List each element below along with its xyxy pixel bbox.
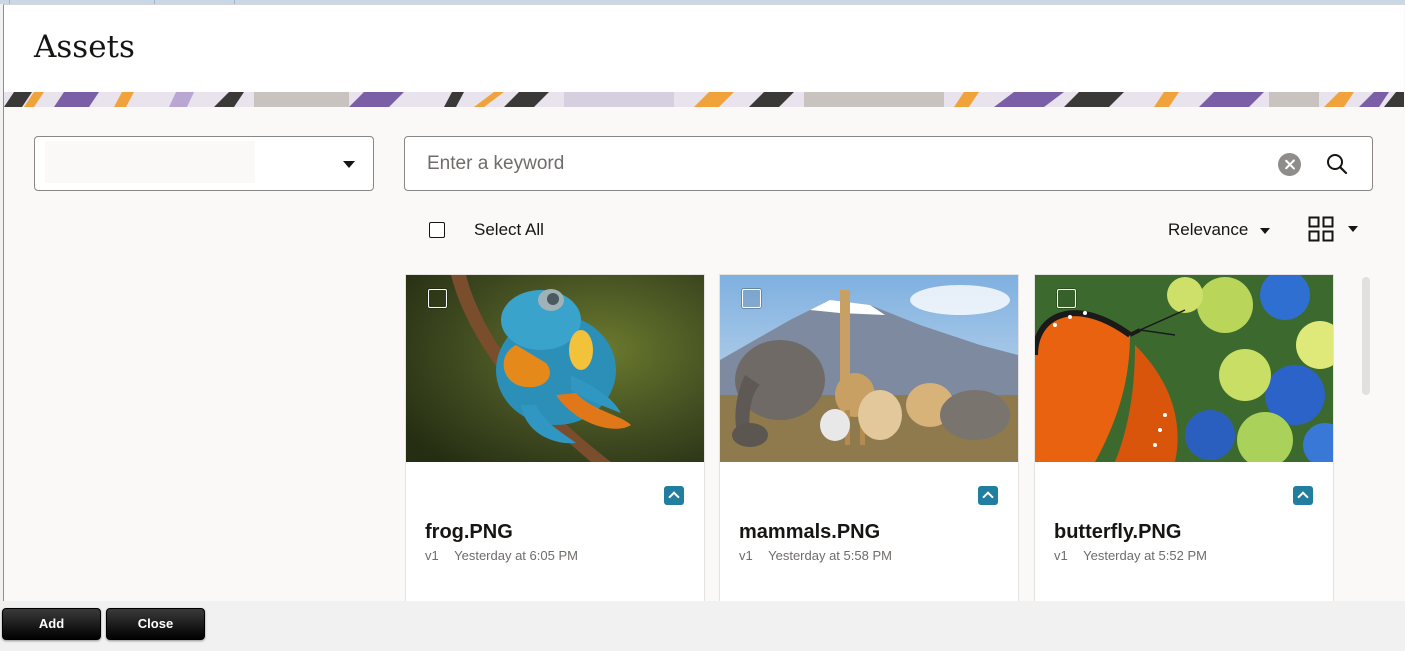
asset-meta: v1 Yesterday at 5:52 PM xyxy=(1054,548,1207,563)
sort-dropdown[interactable]: Relevance xyxy=(1168,220,1248,240)
decorative-banner xyxy=(4,92,1404,107)
asset-checkbox[interactable] xyxy=(1057,289,1076,308)
search-input[interactable] xyxy=(427,149,1247,179)
close-button[interactable]: Close xyxy=(106,608,205,640)
asset-modified: Yesterday at 5:52 PM xyxy=(1083,548,1207,563)
clear-icon[interactable] xyxy=(1278,153,1301,176)
asset-name[interactable]: mammals.PNG xyxy=(739,521,880,544)
repository-select[interactable] xyxy=(34,136,374,191)
view-chevron-down-icon[interactable] xyxy=(1348,226,1358,232)
asset-card[interactable]: frog.PNG v1 Yesterday at 6:05 PM xyxy=(405,274,705,601)
assets-dialog: Assets Enter a keyword Select All Releva… xyxy=(3,4,1405,601)
asset-version: v1 xyxy=(739,548,753,563)
asset-checkbox[interactable] xyxy=(742,289,761,308)
scrollbar[interactable] xyxy=(1362,277,1370,395)
asset-meta: v1 Yesterday at 6:05 PM xyxy=(425,548,578,563)
search-box xyxy=(404,136,1373,191)
sort-chevron-down-icon[interactable] xyxy=(1260,228,1270,234)
dialog-header: Assets xyxy=(4,5,1404,93)
asset-card[interactable]: butterfly.PNG v1 Yesterday at 5:52 PM xyxy=(1034,274,1334,601)
search-icon[interactable] xyxy=(1325,152,1349,176)
chevron-up-icon[interactable] xyxy=(1293,486,1313,505)
dialog-footer: Add Close xyxy=(0,601,1405,651)
chevron-down-icon xyxy=(343,161,355,168)
asset-meta: v1 Yesterday at 5:58 PM xyxy=(739,548,892,563)
asset-modified: Yesterday at 6:05 PM xyxy=(454,548,578,563)
select-all-checkbox[interactable] xyxy=(429,222,445,238)
asset-card[interactable]: mammals.PNG v1 Yesterday at 5:58 PM xyxy=(719,274,1019,601)
asset-thumbnail-butterfly[interactable] xyxy=(1035,275,1333,462)
add-button[interactable]: Add xyxy=(2,608,101,640)
select-all-label[interactable]: Select All xyxy=(474,220,544,240)
chevron-up-icon[interactable] xyxy=(978,486,998,505)
asset-thumbnail-frog[interactable] xyxy=(406,275,704,462)
asset-name[interactable]: frog.PNG xyxy=(425,521,513,544)
asset-thumbnail-mammals[interactable] xyxy=(720,275,1018,462)
repository-select-value xyxy=(45,141,255,183)
chevron-up-icon[interactable] xyxy=(664,486,684,505)
asset-modified: Yesterday at 5:58 PM xyxy=(768,548,892,563)
asset-checkbox[interactable] xyxy=(428,289,447,308)
page-title: Assets xyxy=(34,29,135,65)
grid-view-icon[interactable] xyxy=(1308,216,1334,242)
asset-version: v1 xyxy=(1054,548,1068,563)
asset-version: v1 xyxy=(425,548,439,563)
asset-name[interactable]: butterfly.PNG xyxy=(1054,521,1181,544)
